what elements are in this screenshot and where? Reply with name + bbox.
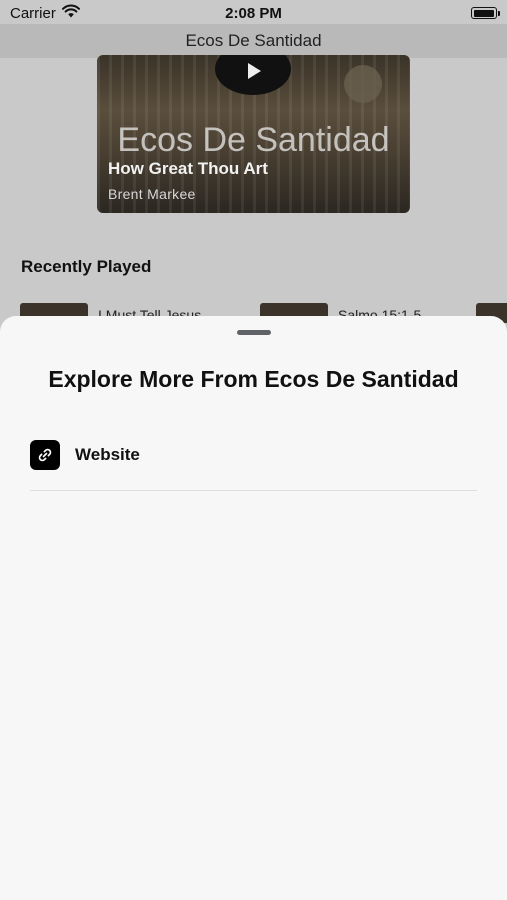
battery-icon: [471, 7, 500, 19]
bottom-sheet: Explore More From Ecos De Santidad Websi…: [0, 316, 507, 900]
website-link-label[interactable]: Website: [75, 445, 140, 465]
now-playing-artist: Brent Markee: [108, 186, 196, 202]
website-link-row[interactable]: Website: [30, 439, 477, 491]
sheet-title: Explore More From Ecos De Santidad: [48, 366, 459, 392]
now-playing-card[interactable]: Ecos De Santidad How Great Thou Art Bren…: [97, 55, 410, 213]
nav-bar: Ecos De Santidad: [0, 24, 507, 58]
link-icon: [30, 440, 60, 470]
artwork-brand-text: Ecos De Santidad: [117, 121, 390, 159]
microphone-artwork: [344, 65, 382, 103]
sheet-grabber-handle[interactable]: [237, 330, 271, 335]
recently-played-heading: Recently Played: [21, 257, 152, 276]
nav-title: Ecos De Santidad: [185, 31, 322, 50]
now-playing-title: How Great Thou Art: [108, 159, 268, 178]
status-time: 2:08 PM: [225, 5, 282, 22]
row-divider: [30, 490, 477, 491]
play-icon: [248, 63, 261, 79]
